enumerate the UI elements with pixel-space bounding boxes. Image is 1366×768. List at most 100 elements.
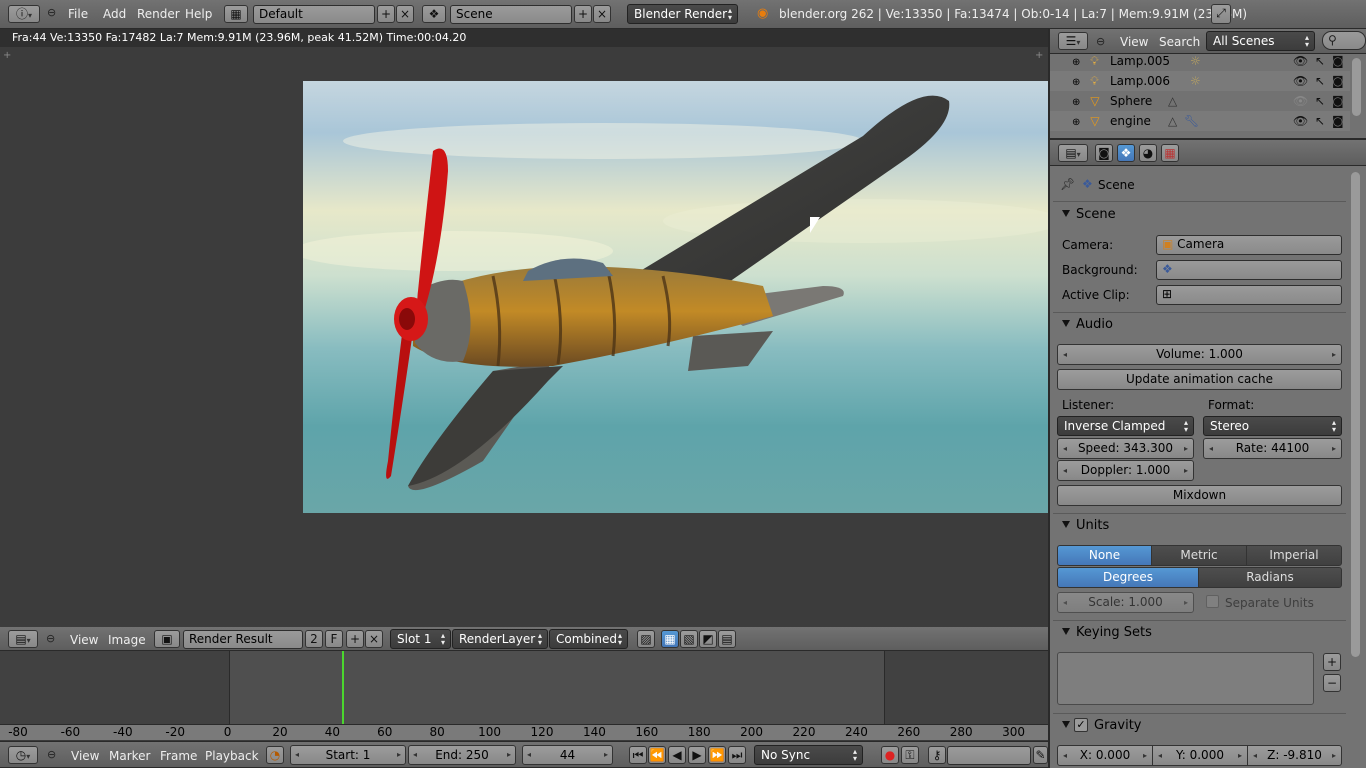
scene-tab-icon[interactable]: ❖ [1117,144,1135,162]
fullscreen-icon[interactable]: ⤢ [1211,4,1231,24]
expand-icon[interactable]: ⊕ [1072,97,1080,108]
timeline-collapse-icon[interactable]: ⊖ [47,748,56,761]
renderable-camera-icon[interactable]: ◙ [1332,94,1344,108]
outliner-editor-type-button[interactable]: ☰▾ [1058,32,1088,50]
current-frame-field[interactable]: ◂ 44 ▸ [522,745,613,765]
rotation-degrees[interactable]: Degrees [1057,567,1199,588]
visibility-eye-icon[interactable]: 👁︎ [1293,114,1308,128]
selectable-cursor-icon[interactable]: ↖ [1315,54,1325,68]
area-split-corner-right[interactable]: + [1035,50,1043,61]
area-split-corner-left[interactable]: + [3,50,11,61]
timeline-ruler[interactable] [0,724,1048,740]
active-clip-field[interactable]: ⊞ [1156,285,1342,305]
current-frame-line[interactable] [342,651,344,724]
outliner-search-field[interactable]: ⚲ [1322,31,1366,50]
menu-file[interactable]: File [68,7,88,21]
gravity-x-field[interactable]: ◂ X: 0.000 ▸ [1057,745,1153,766]
draw-channels-icon[interactable]: ▤ [718,630,736,648]
background-field[interactable]: ❖ [1156,260,1342,280]
texture-tab-icon[interactable]: ▦ [1161,144,1179,162]
image-editor-type-button[interactable]: ▤▾ [8,630,38,648]
render-result-image[interactable] [303,81,1048,513]
keying-set-field[interactable] [947,746,1031,765]
jump-start-icon[interactable]: ⏮ [629,746,647,764]
delete-scene-button[interactable]: × [593,5,611,23]
unit-system-none[interactable]: None [1057,545,1152,566]
scene-icon[interactable]: ❖ [422,5,446,23]
end-frame-field[interactable]: ◂ End: 250 ▸ [408,745,516,765]
keying-sets-list[interactable] [1057,652,1314,705]
scene-field[interactable]: Scene [450,5,572,24]
timeline-marker-menu[interactable]: Marker [109,749,150,763]
separate-units-checkbox[interactable] [1206,595,1219,608]
gravity-checkbox[interactable]: ✓ [1074,718,1088,732]
visibility-eye-icon[interactable]: 👁︎ [1293,94,1308,108]
new-image-button[interactable]: + [346,630,364,648]
sync-mode-select[interactable]: No Sync ▴ ▾ [754,745,863,765]
outliner-row-lamp006[interactable]: ⊕ 💡︎ Lamp.006 ☼ [1072,71,1352,91]
renderable-camera-icon[interactable]: ◙ [1332,74,1344,88]
mixdown-button[interactable]: Mixdown [1057,485,1342,506]
draw-image-alpha-icon[interactable]: ▨ [637,630,655,648]
expand-icon[interactable]: ⊕ [1072,77,1080,88]
timeline-frame-menu[interactable]: Frame [160,749,197,763]
properties-editor-type-button[interactable]: ▤▾ [1058,144,1088,162]
visibility-eye-icon[interactable]: 👁︎ [1293,54,1308,68]
render-engine-select[interactable]: Blender Render ▴ ▾ [627,4,738,24]
world-tab-icon[interactable]: ◕ [1139,144,1157,162]
menu-add[interactable]: Add [103,7,126,21]
outliner-scrollbar[interactable] [1352,58,1361,116]
screen-layout-icon[interactable]: ▦ [224,5,248,23]
jump-end-icon[interactable]: ⏭ [728,746,746,764]
unit-system-metric[interactable]: Metric [1151,545,1247,566]
image-browse-icon[interactable]: ▣ [154,630,180,648]
outliner-row-lamp005[interactable]: ⊕ 💡︎ Lamp.005 ☼ [1072,51,1352,71]
unit-scale-field[interactable]: ◂ Scale: 1.000 ▸ [1057,592,1194,613]
image-users-count[interactable]: 2 [305,630,323,648]
volume-field[interactable]: ◂ Volume: 1.000 ▸ [1057,344,1342,365]
menu-render[interactable]: Render [137,7,180,21]
add-scene-button[interactable]: + [574,5,592,23]
draw-alpha-only-icon[interactable]: ▧ [680,630,698,648]
speed-field[interactable]: ◂ Speed: 343.300 ▸ [1057,438,1194,459]
render-tab-camera-icon[interactable]: ◙ [1095,144,1113,162]
draw-image-icon[interactable]: ▦ [661,630,679,648]
gravity-z-field[interactable]: ◂ Z: -9.810 ▸ [1247,745,1342,766]
audio-panel-header[interactable]: Audio [1062,317,1113,332]
renderable-camera-icon[interactable]: ◙ [1332,54,1344,68]
visibility-eye-icon[interactable]: 👁︎ [1293,74,1308,88]
record-icon[interactable]: ● [881,746,899,764]
timeline-playback-menu[interactable]: Playback [205,749,259,763]
unlink-image-button[interactable]: × [365,630,383,648]
renderable-camera-icon[interactable]: ◙ [1332,114,1344,128]
image-name-field[interactable]: Render Result [183,630,303,649]
outliner-row-engine[interactable]: ⊕ ▽ engine △ 🔧︎ [1072,111,1352,131]
jump-keyframe-back-icon[interactable]: ⏪ [648,746,666,764]
render-pass-select[interactable]: Combined ▴ ▾ [549,629,628,649]
selectable-cursor-icon[interactable]: ↖ [1315,114,1325,128]
info-editor-type-button[interactable]: ⓘ▾ [8,5,40,23]
keying-sets-panel-header[interactable]: Keying Sets [1062,625,1152,640]
units-panel-header[interactable]: Units [1062,518,1109,533]
active-keying-set-icon[interactable]: ⚷ [928,746,946,764]
delete-layout-button[interactable]: × [396,5,414,23]
scene-panel-header[interactable]: Scene [1062,207,1116,222]
slot-select[interactable]: Slot 1 ▴ ▾ [390,629,451,649]
menu-help[interactable]: Help [185,7,212,21]
listener-select[interactable]: Inverse Clamped ▴ ▾ [1057,416,1194,436]
timeline-editor-type-button[interactable]: ◷▾ [8,746,38,764]
add-layout-button[interactable]: + [377,5,395,23]
preview-range-icon[interactable]: ◔ [266,746,284,764]
properties-scrollbar[interactable] [1351,172,1360,657]
start-frame-field[interactable]: ◂ Start: 1 ▸ [290,745,406,765]
outliner-collapse-icon[interactable]: ⊖ [1096,35,1105,48]
outliner-display-select[interactable]: All Scenes ▴ ▾ [1206,31,1315,51]
selectable-cursor-icon[interactable]: ↖ [1315,94,1325,108]
selectable-cursor-icon[interactable]: ↖ [1315,74,1325,88]
camera-field[interactable]: ▣ Camera [1156,235,1342,255]
outliner-view-menu[interactable]: View [1120,35,1148,49]
unit-system-imperial[interactable]: Imperial [1246,545,1342,566]
keying-set-icon[interactable]: ⚿ [901,746,919,764]
insert-keyframe-icon[interactable]: ✎ [1033,746,1048,764]
fake-user-button[interactable]: F [325,630,343,648]
